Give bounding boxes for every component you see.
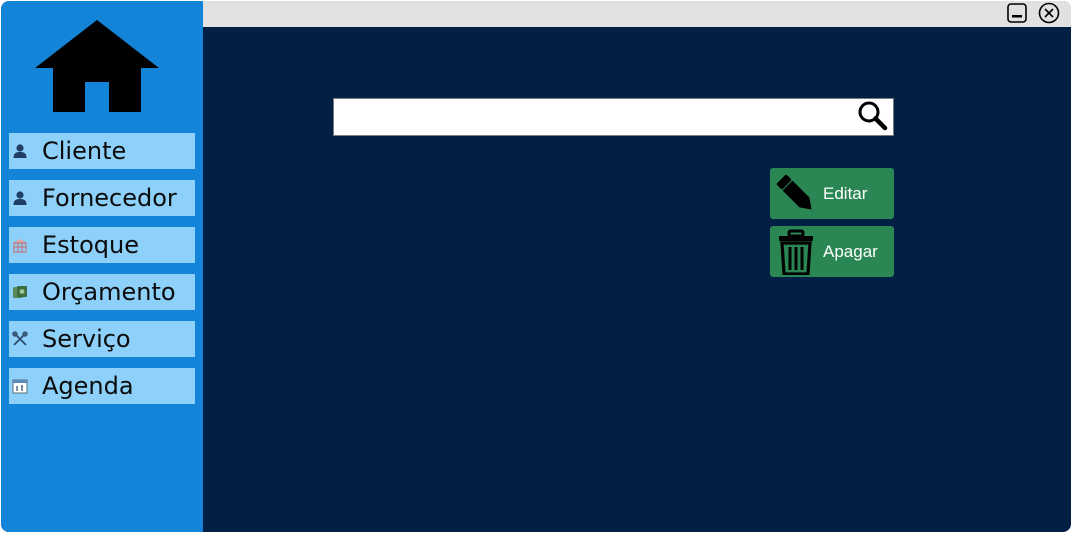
sidebar-item-orcamento[interactable]: Orçamento: [9, 274, 195, 310]
sidebar-item-label: Serviço: [42, 325, 131, 353]
sidebar-item-label: Agenda: [42, 372, 134, 400]
edit-button-label: Editar: [823, 183, 868, 203]
minimize-button[interactable]: [1006, 2, 1028, 29]
sidebar-menu: Cliente Fornecedor Estoque Orçamento Ser…: [9, 133, 195, 415]
search-button[interactable]: [855, 101, 889, 135]
sidebar-item-cliente[interactable]: Cliente: [9, 133, 195, 169]
delete-button-label: Apagar: [823, 241, 878, 261]
money-icon: [12, 284, 28, 300]
close-icon: [1038, 2, 1060, 29]
search-icon: [855, 99, 889, 138]
close-button[interactable]: [1038, 2, 1060, 29]
sidebar-item-fornecedor[interactable]: Fornecedor: [9, 180, 195, 216]
tools-icon: [12, 331, 28, 347]
edit-button[interactable]: Editar: [770, 168, 894, 219]
pencil-icon: [774, 171, 818, 217]
delete-button[interactable]: Apagar: [770, 226, 894, 277]
sidebar-item-label: Estoque: [42, 231, 139, 259]
sidebar: Cliente Fornecedor Estoque Orçamento Ser…: [1, 1, 203, 532]
sidebar-item-label: Cliente: [42, 137, 127, 165]
warehouse-icon: [12, 237, 28, 253]
user-icon: [12, 190, 28, 206]
search-input[interactable]: [338, 103, 852, 133]
user-icon: [12, 143, 28, 159]
app-window: Cliente Fornecedor Estoque Orçamento Ser…: [1, 1, 1071, 532]
sidebar-item-estoque[interactable]: Estoque: [9, 227, 195, 263]
home-icon[interactable]: [35, 20, 159, 112]
sidebar-item-label: Fornecedor: [42, 184, 177, 212]
sidebar-item-label: Orçamento: [42, 278, 176, 306]
search-box: [333, 98, 894, 136]
title-bar: [203, 1, 1071, 27]
sidebar-item-servico[interactable]: Serviço: [9, 321, 195, 357]
minimize-icon: [1006, 2, 1028, 29]
calendar-icon: [12, 378, 28, 394]
trash-icon: [774, 229, 818, 275]
sidebar-item-agenda[interactable]: Agenda: [9, 368, 195, 404]
